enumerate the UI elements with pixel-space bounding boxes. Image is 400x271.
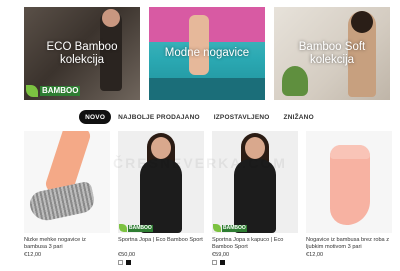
- leaf-icon: [26, 85, 38, 97]
- banner-title: Bamboo Soft kolekcija: [298, 40, 366, 66]
- banner-plant-image: [282, 66, 308, 96]
- product-name[interactable]: Nogavice iz bambusa brez roba z ljubkim …: [306, 237, 392, 251]
- product-image[interactable]: [24, 131, 110, 233]
- product-card[interactable]: BAMBOO Športna Jopa | Eco Bamboo Sport €…: [118, 131, 204, 265]
- logo-text: BAMBOO: [222, 224, 247, 232]
- product-card[interactable]: Nizke mehke nogavice iz bambusa 3 pari €…: [24, 131, 110, 258]
- swatch-black[interactable]: [220, 260, 225, 265]
- banner-legs-image: [189, 15, 209, 75]
- banner-bamboo-soft[interactable]: Bamboo Soft kolekcija: [274, 7, 390, 100]
- hero-banners: ECO Bamboo kolekcija BAMBOO Modne nogavi…: [24, 7, 390, 100]
- banner-title: Modne nogavice: [164, 47, 250, 59]
- product-image[interactable]: BAMBOO: [118, 131, 204, 233]
- product-price: €12,00: [306, 252, 324, 258]
- banner-title: ECO Bamboo kolekcija: [46, 40, 118, 66]
- logo-text: BAMBOO: [128, 224, 153, 232]
- product-name[interactable]: Nizke mehke nogavice iz bambusa 3 pari: [24, 237, 110, 251]
- product-grid: Nizke mehke nogavice iz bambusa 3 pari €…: [24, 131, 392, 266]
- product-price: €50,00: [118, 252, 136, 258]
- color-swatches: [212, 260, 298, 265]
- tab-znizano[interactable]: ZNIŽANO: [277, 110, 321, 124]
- banner-floor: [149, 78, 265, 100]
- product-price: €12,00: [24, 252, 42, 258]
- product-card[interactable]: Nogavice iz bambusa brez roba z ljubkim …: [306, 131, 392, 258]
- leaf-icon: [213, 224, 221, 232]
- color-swatches: [118, 260, 204, 265]
- leaf-icon: [119, 224, 127, 232]
- eco-bamboo-logo: BAMBOO: [213, 224, 247, 232]
- sock-shape: [27, 180, 97, 224]
- eco-bamboo-logo: BAMBOO: [26, 84, 81, 98]
- product-image[interactable]: BAMBOO: [212, 131, 298, 233]
- eco-bamboo-logo: BAMBOO: [119, 224, 153, 232]
- product-image[interactable]: [306, 131, 392, 233]
- tab-izpostavljeno[interactable]: IZPOSTAVLJENO: [207, 110, 277, 124]
- tab-novo[interactable]: NOVO: [79, 110, 112, 124]
- product-name[interactable]: Športna Jopa s kapuco | Eco Bamboo Sport: [212, 237, 298, 251]
- product-filter-tabs: NOVO NAJBOLJE PRODAJANO IZPOSTAVLJENO ZN…: [0, 109, 400, 125]
- banner-eco-bamboo[interactable]: ECO Bamboo kolekcija BAMBOO: [24, 7, 140, 100]
- product-card[interactable]: BAMBOO Športna Jopa s kapuco | Eco Bambo…: [212, 131, 298, 265]
- product-name[interactable]: Športna Jopa | Eco Bamboo Sport: [118, 237, 204, 251]
- tab-najbolje-prodajano[interactable]: NAJBOLJE PRODAJANO: [111, 110, 207, 124]
- watermark: ČRESNEVERKA.COM: [113, 155, 287, 171]
- swatch-white[interactable]: [118, 260, 123, 265]
- banner-modne-nogavice[interactable]: Modne nogavice: [149, 7, 265, 100]
- swatch-black[interactable]: [126, 260, 131, 265]
- swatch-white[interactable]: [212, 260, 217, 265]
- product-price: €59,00: [212, 252, 230, 258]
- logo-text: BAMBOO: [40, 86, 81, 96]
